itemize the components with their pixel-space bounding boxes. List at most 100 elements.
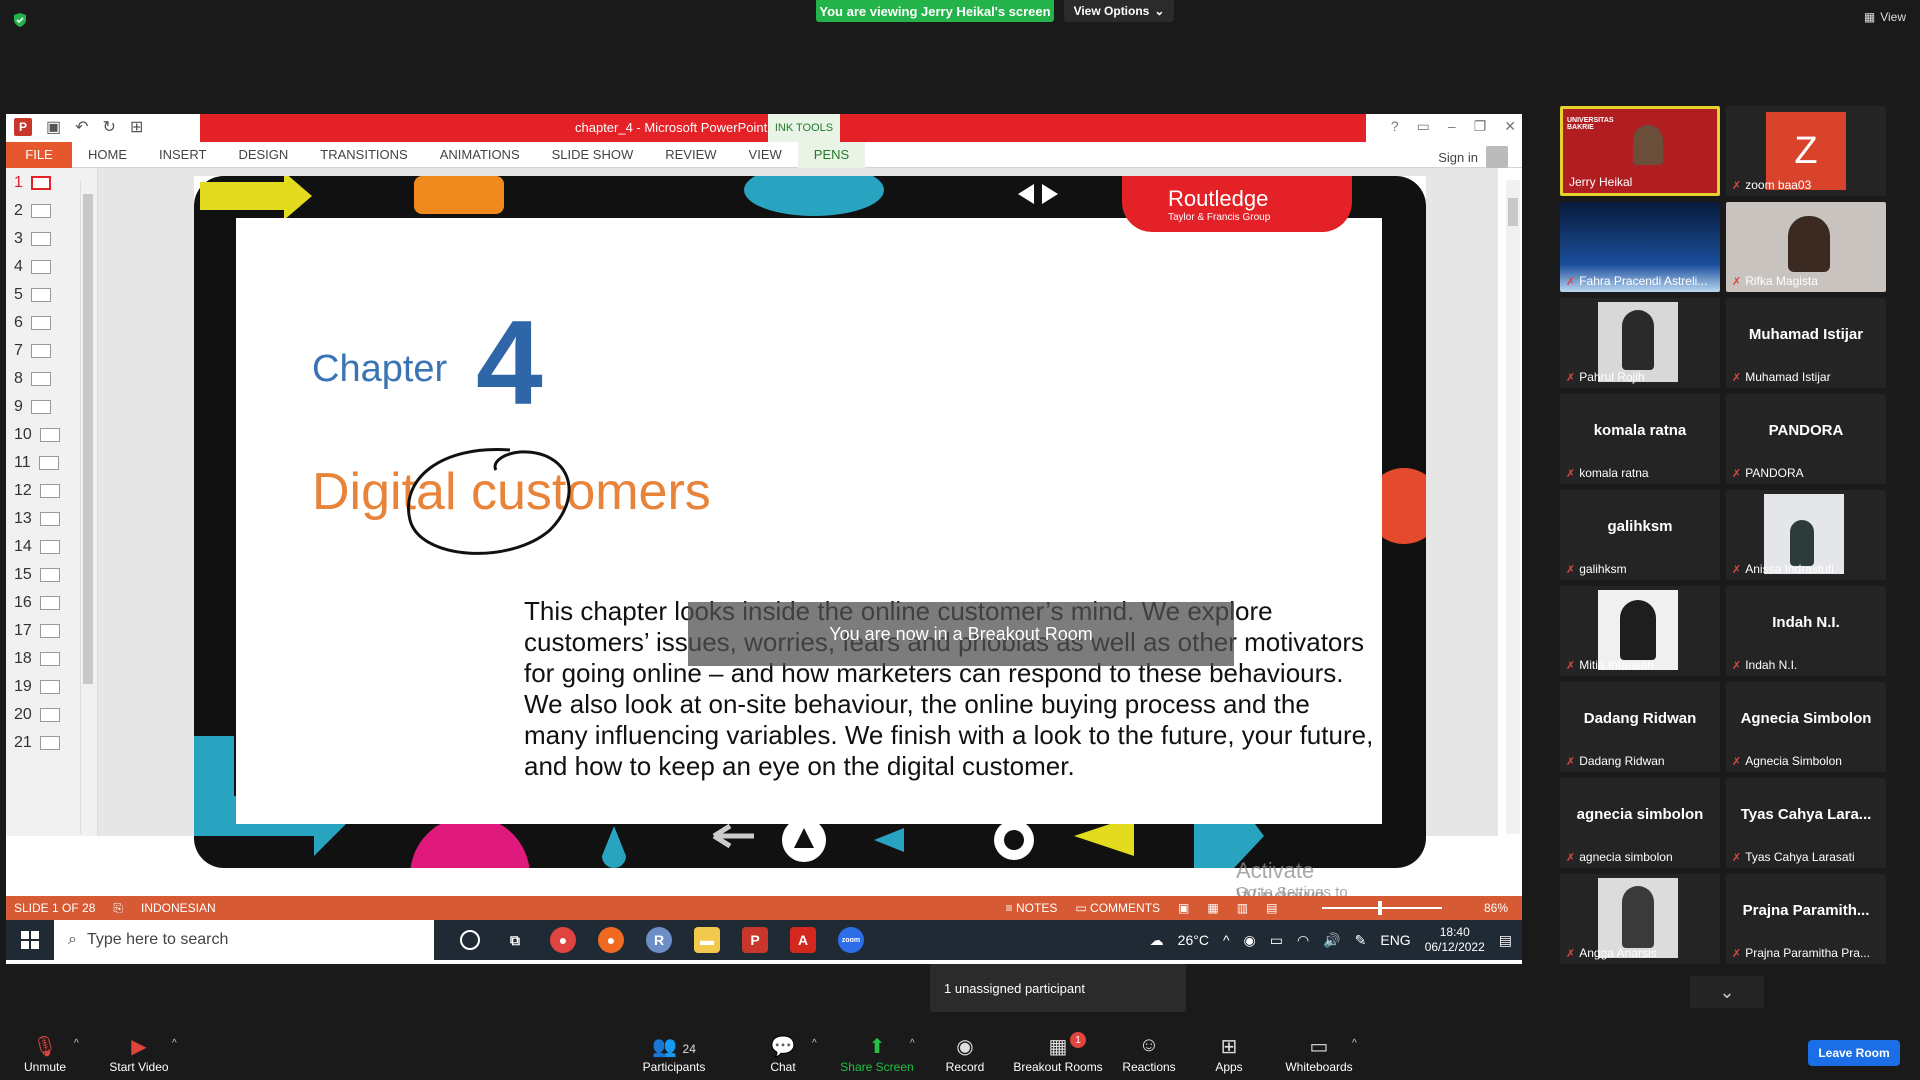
ribbon-display-icon[interactable]: ▭	[1417, 118, 1430, 135]
participant-tile[interactable]: Prajna Paramith... ✗ Prajna Paramitha Pra…	[1726, 874, 1886, 964]
reading-view-icon[interactable]: ▥	[1237, 901, 1248, 915]
slide-thumb[interactable]: 21	[14, 734, 60, 752]
participant-tile[interactable]: ✗ Rifka Magista	[1726, 202, 1886, 292]
slide-sorter-icon[interactable]: ▦	[1207, 901, 1218, 915]
participant-tile[interactable]: komala ratna ✗ komala ratna	[1560, 394, 1720, 484]
start-video-button[interactable]: ▶ Start Video	[94, 1034, 184, 1074]
r-app-icon[interactable]: R	[646, 927, 672, 953]
taskbar-search[interactable]: ⌕ Type here to search	[54, 920, 434, 960]
participant-tile[interactable]: Dadang Ridwan ✗ Dadang Ridwan	[1560, 682, 1720, 772]
chrome-icon[interactable]: ●	[550, 927, 576, 953]
slide-scrollbar[interactable]	[1506, 180, 1520, 834]
weather-icon[interactable]: ☁	[1150, 932, 1164, 949]
record-button[interactable]: ◉ Record	[920, 1034, 1010, 1074]
tab-slide-show[interactable]: SLIDE SHOW	[536, 142, 650, 168]
slide-thumb[interactable]: 4	[14, 258, 51, 276]
zoom-slider-thumb[interactable]	[1378, 901, 1382, 915]
tab-design[interactable]: DESIGN	[222, 142, 304, 168]
slide-thumb[interactable]: 5	[14, 286, 51, 304]
notes-button[interactable]: ≡ NOTES	[1006, 901, 1058, 915]
tab-animations[interactable]: ANIMATIONS	[424, 142, 536, 168]
tab-pens[interactable]: PENS	[797, 141, 866, 168]
chat-options-caret-icon[interactable]: ^	[812, 1038, 817, 1049]
whiteboard-options-caret-icon[interactable]: ^	[1352, 1038, 1357, 1049]
powerpoint-taskbar-icon[interactable]: P	[742, 927, 768, 953]
participant-tile[interactable]: ✗ Fahra Pracendi Astreli...	[1560, 202, 1720, 292]
view-layout-button[interactable]: ▦ View	[1864, 10, 1906, 24]
participant-tile[interactable]: agnecia simbolon ✗ agnecia simbolon	[1560, 778, 1720, 868]
participant-tile[interactable]: PANDORA ✗ PANDORA	[1726, 394, 1886, 484]
present-icon[interactable]: ⊞	[130, 117, 143, 137]
whiteboards-button[interactable]: ▭ Whiteboards	[1274, 1034, 1364, 1074]
tab-transitions[interactable]: TRANSITIONS	[304, 142, 423, 168]
slide-thumb[interactable]: 6	[14, 314, 51, 332]
next-page-chevron-icon[interactable]: ⌄	[1690, 976, 1764, 1008]
volume-icon[interactable]: 🔊	[1323, 932, 1340, 949]
sign-in[interactable]: Sign in	[1438, 146, 1508, 168]
tab-insert[interactable]: INSERT	[143, 142, 222, 168]
participant-tile[interactable]: Muhamad Istijar ✗ Muhamad Istijar	[1726, 298, 1886, 388]
cortana-icon[interactable]	[460, 930, 480, 950]
slide-thumb[interactable]: 8	[14, 370, 51, 388]
slide-thumb[interactable]: 1	[14, 174, 51, 192]
slide-thumb[interactable]: 17	[14, 622, 60, 640]
participant-tile[interactable]: ✗ Mitia Intansari	[1560, 586, 1720, 676]
tab-view[interactable]: VIEW	[733, 142, 798, 168]
temperature[interactable]: 26°C	[1178, 932, 1209, 948]
slide-thumb[interactable]: 20	[14, 706, 60, 724]
redo-icon[interactable]: ↻	[103, 117, 116, 137]
slide-thumb[interactable]: 11	[14, 454, 59, 472]
pen-icon[interactable]: ✎	[1355, 932, 1367, 949]
share-screen-button[interactable]: ⬆ Share Screen	[832, 1034, 922, 1074]
slide-thumb[interactable]: 3	[14, 230, 51, 248]
reactions-button[interactable]: ☺ Reactions	[1104, 1034, 1194, 1074]
view-options-button[interactable]: View Options ⌄	[1064, 0, 1174, 22]
participant-tile[interactable]: ✗ Pahrul Rojih	[1560, 298, 1720, 388]
comments-button[interactable]: ▭ COMMENTS	[1075, 901, 1160, 915]
battery-icon[interactable]: ▭	[1270, 932, 1283, 949]
participant-tile[interactable]: ✗ Anissa Indrastuti	[1726, 490, 1886, 580]
scrollbar-thumb[interactable]	[83, 194, 93, 684]
slide-thumb[interactable]: 13	[14, 510, 60, 528]
clock[interactable]: 18:40 06/12/2022	[1425, 925, 1485, 955]
normal-view-icon[interactable]: ▣	[1178, 901, 1189, 915]
slide-thumb[interactable]: 9	[14, 398, 51, 416]
restore-icon[interactable]: ❐	[1474, 118, 1487, 135]
firefox-icon[interactable]: ●	[598, 927, 624, 953]
acrobat-icon[interactable]: A	[790, 927, 816, 953]
participant-tile[interactable]: Tyas Cahya Lara... ✗ Tyas Cahya Larasati	[1726, 778, 1886, 868]
participants-button[interactable]: 👥 24 Participants	[628, 1034, 720, 1074]
task-view-icon[interactable]: ⧉	[502, 927, 528, 953]
notifications-icon[interactable]: ▤	[1499, 932, 1512, 949]
network-icon[interactable]: ◉	[1244, 932, 1256, 949]
tab-home[interactable]: HOME	[72, 142, 143, 168]
leave-room-button[interactable]: Leave Room	[1808, 1040, 1900, 1066]
slide-thumb[interactable]: 19	[14, 678, 60, 696]
zoom-slider[interactable]	[1322, 901, 1442, 915]
thumbnail-scrollbar[interactable]	[80, 180, 94, 834]
participant-tile[interactable]: UNIVERSITAS BAKRIE Jerry Heikal	[1560, 106, 1720, 196]
input-language[interactable]: ENG	[1380, 932, 1410, 948]
file-explorer-icon[interactable]: ▬	[694, 927, 720, 953]
participant-tile[interactable]: Z ✗ zoom baa03	[1726, 106, 1886, 196]
slideshow-icon[interactable]: ▤	[1266, 901, 1277, 915]
encryption-shield-icon[interactable]	[12, 12, 28, 28]
participant-tile[interactable]: Agnecia Simbolon ✗ Agnecia Simbolon	[1726, 682, 1886, 772]
slide-thumb[interactable]: 2	[14, 202, 51, 220]
language[interactable]: INDONESIAN	[141, 901, 216, 915]
zoom-percent[interactable]: 86%	[1484, 901, 1508, 915]
participant-tile[interactable]: ✗ Angga Anarsis	[1560, 874, 1720, 964]
slide-thumb[interactable]: 7	[14, 342, 51, 360]
slide-thumb[interactable]: 14	[14, 538, 60, 556]
participant-tile[interactable]: galihksm ✗ galihksm	[1560, 490, 1720, 580]
video-options-caret-icon[interactable]: ^	[172, 1038, 177, 1049]
participant-tile[interactable]: Indah N.I. ✗ Indah N.I.	[1726, 586, 1886, 676]
slide-thumb[interactable]: 12	[14, 482, 60, 500]
save-icon[interactable]: ▣	[46, 117, 61, 137]
slide-thumb[interactable]: 18	[14, 650, 60, 668]
undo-icon[interactable]: ↶	[75, 117, 88, 137]
share-options-caret-icon[interactable]: ^	[910, 1038, 915, 1049]
apps-button[interactable]: ⊞ Apps	[1184, 1034, 1274, 1074]
slide-thumb[interactable]: 10	[14, 426, 60, 444]
slide-thumb[interactable]: 15	[14, 566, 60, 584]
